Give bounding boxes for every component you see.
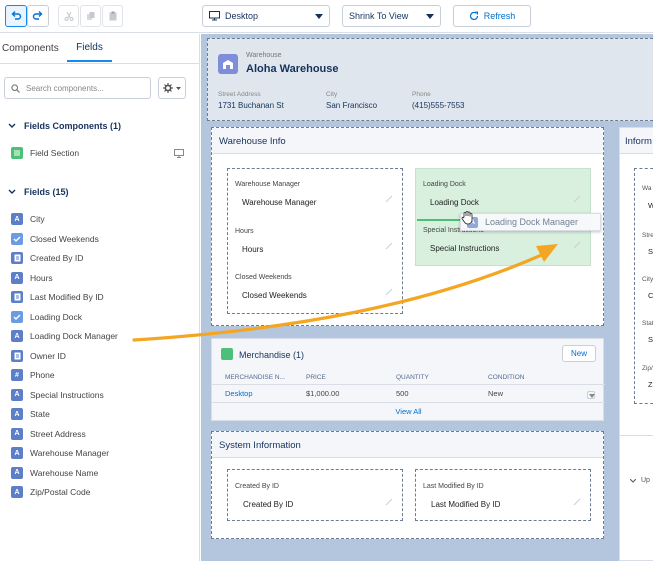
drag-arrow [132,244,558,342]
